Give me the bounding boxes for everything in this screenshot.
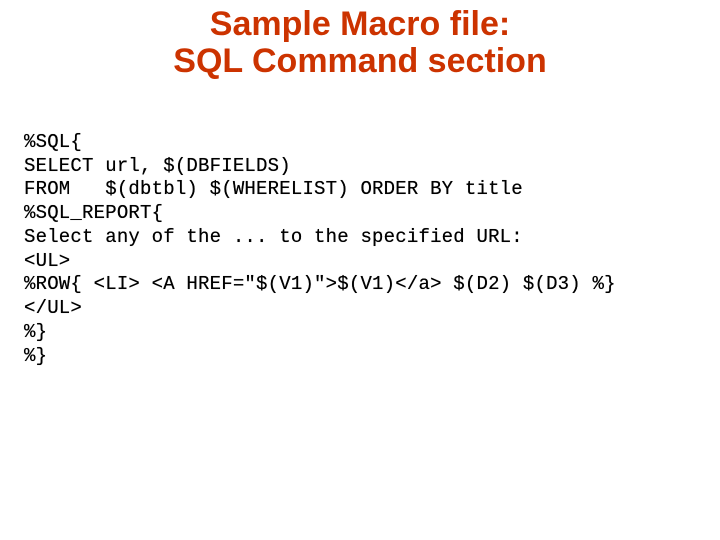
code-line: FROM $(dbtbl) $(WHERELIST) ORDER BY titl… (24, 178, 523, 200)
code-line: SELECT url, $(DBFIELDS) (24, 155, 291, 177)
code-line: %SQL_REPORT{ (24, 202, 163, 224)
code-line: %ROW{ <LI> <A HREF="$(V1)">$(V1)</a> $(D… (24, 273, 616, 295)
title-line-2: SQL Command section (173, 42, 546, 80)
code-line: %SQL{ (24, 131, 82, 153)
code-line: <UL> (24, 250, 70, 272)
code-line: %} (24, 345, 47, 367)
slide: Sample Macro file: SQL Command section %… (0, 6, 720, 540)
code-line: </UL> (24, 297, 82, 319)
code-block: %SQL{ SELECT url, $(DBFIELDS) FROM $(dbt… (24, 131, 720, 369)
slide-title: Sample Macro file: SQL Command section (0, 6, 720, 81)
code-line: Select any of the ... to the specified U… (24, 226, 523, 248)
title-line-1: Sample Macro file: (210, 5, 510, 43)
code-line: %} (24, 321, 47, 343)
